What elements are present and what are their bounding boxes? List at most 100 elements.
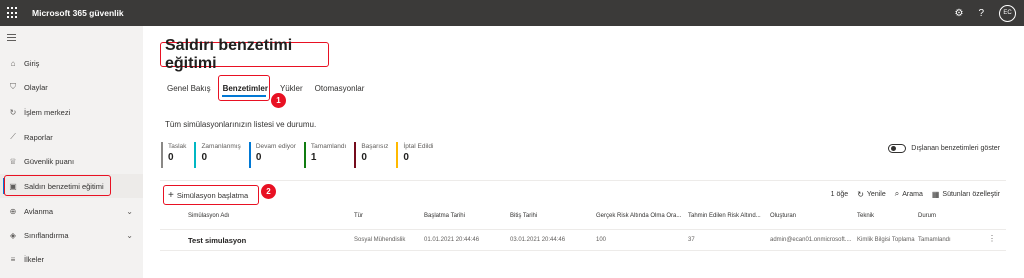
status-label: Devam ediyor — [255, 143, 296, 150]
column-header-actual-risk[interactable]: Gerçek Risk Altında Olma Ora... — [596, 213, 681, 219]
sidebar-item-home[interactable]: ⌂ Giriş — [0, 51, 143, 75]
status-completed[interactable]: Tamamlandı 1 — [303, 142, 347, 168]
status-value: 0 — [255, 152, 262, 163]
action-center-icon: ↻ — [9, 107, 17, 117]
status-cancelled[interactable]: İptal Edildi 0 — [396, 142, 433, 168]
cell-predicted-risk: 37 — [688, 237, 695, 243]
sidebar-item-label: Raporlar — [24, 132, 53, 142]
status-scheduled[interactable]: Zamanlanmış 0 — [194, 142, 241, 168]
sidebar-item-label: İlkeler — [24, 254, 45, 264]
sidebar-item-hunting[interactable]: ⊕ Avlanma ⌄ — [0, 199, 143, 223]
help-icon[interactable]: ? — [978, 8, 984, 19]
cell-start-date: 01.01.2021 20:44:46 — [424, 237, 480, 243]
column-header-created-by[interactable]: Oluşturan — [770, 213, 796, 219]
start-simulation-button[interactable]: + Simülasyon başlatma — [163, 185, 259, 205]
cell-actual-risk: 100 — [596, 237, 607, 243]
chevron-down-icon[interactable]: ⌄ — [126, 231, 133, 240]
sidebar-item-reports[interactable]: ⟋ Raporlar — [0, 125, 143, 149]
trophy-icon: ♕ — [9, 156, 17, 166]
status-label: İptal Edildi — [403, 143, 434, 150]
cell-end-date: 03.01.2021 20:44:46 — [510, 237, 566, 243]
status-draft[interactable]: Taslak 0 — [161, 142, 186, 168]
policies-icon: ≡ — [10, 254, 16, 264]
status-label: Başarısız — [361, 143, 389, 150]
customize-columns-label: Sütunları özelleştir — [942, 190, 1000, 198]
shield-icon: ⛉ — [10, 82, 16, 91]
status-in-progress[interactable]: Devam ediyor 0 — [248, 142, 296, 168]
top-bar: Microsoft 365 güvenlik ⚙ ? EC — [0, 0, 1024, 26]
start-simulation-label: Simülasyon başlatma — [176, 190, 249, 200]
excluded-simulations-toggle[interactable]: Dışlanan benzetimleri göster — [888, 144, 1000, 153]
status-label: Taslak — [168, 143, 187, 150]
refresh-label: Yenile — [866, 190, 886, 198]
search-button[interactable]: ⌕ Arama — [895, 189, 923, 199]
callout-badge: 1 — [271, 93, 286, 108]
sidebar-item-classification[interactable]: ◈ Sınıflandırma ⌄ — [0, 223, 143, 247]
settings-icon[interactable]: ⚙ — [954, 8, 963, 19]
plus-icon: + — [168, 189, 174, 201]
page-title: Saldırı benzetimi eğitimi — [160, 37, 329, 72]
column-header-start-date[interactable]: Başlatma Tarihi — [424, 213, 465, 219]
status-value: 0 — [361, 152, 367, 163]
toggle-label: Dışlanan benzetimleri göster — [911, 145, 1000, 152]
column-header-name[interactable]: Simülasyon Adı — [188, 213, 229, 219]
sidebar: ⌂ Giriş ⛉ Olaylar ↻ İşlem merkezi ⟋ Rapo… — [0, 26, 143, 278]
columns-icon: ▦ — [931, 189, 940, 199]
sidebar-item-secure-score[interactable]: ♕ Güvenlik puanı — [0, 149, 143, 173]
status-label: Tamamlandı — [310, 143, 347, 150]
sidebar-item-label: Güvenlik puanı — [24, 156, 75, 166]
item-count: 1 öğe — [830, 190, 849, 198]
customize-columns-button[interactable]: ▦ Sütunları özelleştir — [932, 190, 1000, 199]
sidebar-item-label: Olaylar — [24, 82, 48, 92]
refresh-icon: ↻ — [857, 189, 864, 199]
sidebar-item-label: Sınıflandırma — [24, 230, 69, 240]
column-header-technique[interactable]: Teknik — [857, 213, 874, 219]
search-label: Arama — [902, 190, 923, 198]
column-header-predicted-risk[interactable]: Tahmin Edilen Risk Altınd... — [688, 213, 761, 219]
table-toolbar: 1 öğe ↻ Yenile ⌕ Arama ▦ Sütunları özell… — [831, 189, 1000, 199]
annotation-highlight-tab — [218, 75, 270, 101]
callout-badge: 2 — [261, 184, 276, 199]
status-summary: Taslak 0 Zamanlanmış 0 Devam ediyor 0 Ta… — [161, 142, 441, 168]
search-icon: ⌕ — [894, 189, 900, 198]
cell-technique: Kimlik Bilgisi Toplama — [857, 237, 915, 243]
status-value: 1 — [310, 152, 317, 163]
sidebar-item-incidents[interactable]: ⛉ Olaylar — [0, 75, 143, 99]
tab-payloads[interactable]: Yükler — [280, 84, 303, 93]
cell-simulation-name[interactable]: Test simulasyon — [188, 236, 246, 245]
divider — [160, 180, 1006, 181]
tab-automations[interactable]: Otomasyonlar — [315, 84, 365, 93]
sidebar-item-label: Giriş — [24, 58, 40, 68]
avatar[interactable]: EC — [999, 4, 1016, 22]
active-tab-indicator — [222, 95, 266, 97]
home-icon: ⌂ — [10, 58, 16, 68]
sidebar-item-policies[interactable]: ≡ İlkeler — [0, 247, 143, 271]
toggle-switch[interactable] — [888, 144, 907, 153]
status-label: Zamanlanmış — [201, 143, 241, 150]
column-header-type[interactable]: Tür — [354, 213, 363, 219]
column-header-end-date[interactable]: Bitiş Tarihi — [510, 213, 537, 219]
app-title[interactable]: Microsoft 365 güvenlik — [32, 8, 124, 18]
status-value: 0 — [168, 152, 174, 163]
tab-overview[interactable]: Genel Bakış — [167, 84, 211, 93]
page-description: Tüm simülasyonlarınızın listesi ve durum… — [165, 120, 317, 129]
status-value: 0 — [403, 152, 409, 163]
status-value: 0 — [201, 152, 207, 163]
chevron-down-icon[interactable]: ⌄ — [126, 207, 133, 216]
hunting-icon: ⊕ — [9, 206, 17, 216]
refresh-button[interactable]: ↻ Yenile — [857, 190, 886, 199]
cell-created-by: admin@ecan01.onmicrosoft.... — [770, 237, 852, 243]
cell-type: Sosyal Mühendislik — [354, 237, 406, 243]
sidebar-item-action-center[interactable]: ↻ İşlem merkezi — [0, 100, 143, 124]
cell-status: Tamamlandı — [918, 237, 951, 243]
classification-icon: ◈ — [9, 230, 17, 240]
sidebar-item-label: İşlem merkezi — [24, 107, 71, 117]
chart-icon: ⟋ — [10, 132, 16, 141]
status-failed[interactable]: Başarısız 0 — [354, 142, 388, 168]
column-header-status[interactable]: Durum — [918, 213, 936, 219]
sidebar-item-label: Avlanma — [24, 206, 54, 216]
more-options-icon[interactable]: ⋮ — [988, 234, 996, 243]
waffle-icon[interactable] — [7, 7, 19, 19]
annotation-highlight-sidebar — [4, 175, 111, 196]
hamburger-menu-icon[interactable] — [7, 34, 16, 43]
